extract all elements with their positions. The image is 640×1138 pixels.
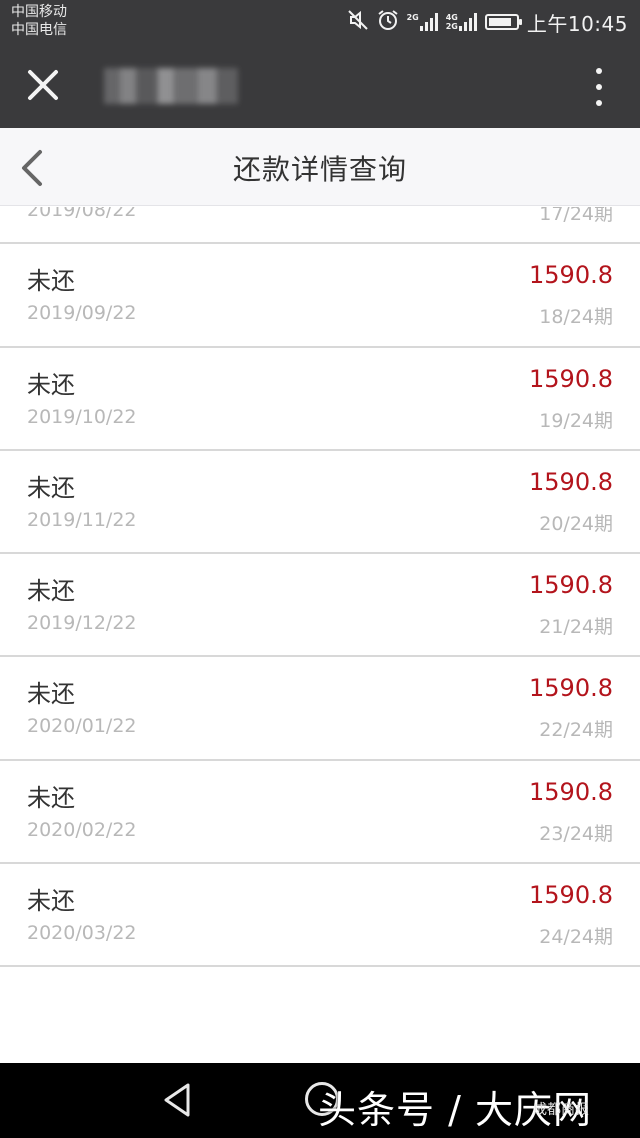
due-date: 2019/09/22 <box>27 302 137 325</box>
installment-period: 22/24期 <box>539 719 613 742</box>
net-type-2: 4G <box>445 13 458 22</box>
alarm-icon <box>377 9 399 35</box>
page-title: 还款详情查询 <box>232 153 407 186</box>
installment-period: 19/24期 <box>539 409 613 432</box>
amount: 1590.8 <box>529 777 613 806</box>
repayment-list-viewport[interactable]: 2019/08/22 17/24期 未还 2019/09/22 1590.8 1… <box>0 207 640 1063</box>
due-date: 2019/11/22 <box>27 508 137 531</box>
nav-back-icon <box>164 1083 190 1117</box>
repayment-status: 未还 <box>27 887 75 916</box>
list-item[interactable]: 2019/08/22 17/24期 <box>0 207 640 245</box>
installment-period: 23/24期 <box>539 822 613 845</box>
installment-period: 21/24期 <box>539 616 613 639</box>
installment-period: 18/24期 <box>539 306 613 329</box>
page-header: 还款详情查询 <box>0 128 640 206</box>
list-item[interactable]: 未还 2020/01/22 1590.8 22/24期 <box>0 657 640 761</box>
battery-icon <box>484 14 522 30</box>
repayment-list: 2019/08/22 17/24期 未还 2019/09/22 1590.8 1… <box>0 207 640 968</box>
list-item[interactable]: 未还 2019/10/22 1590.8 19/24期 <box>0 348 640 451</box>
list-item[interactable]: 未还 2019/11/22 1590.8 20/24期 <box>0 451 640 555</box>
amount: 1590.8 <box>529 467 613 496</box>
list-item[interactable]: 未还 2019/09/22 1590.8 18/24期 <box>0 244 640 348</box>
close-icon <box>28 70 58 100</box>
amount: 1590.8 <box>529 881 613 910</box>
repayment-status: 未还 <box>27 680 75 709</box>
mute-icon <box>347 9 369 35</box>
due-date: 2019/12/22 <box>27 612 137 635</box>
installment-period: 17/24期 <box>539 207 613 225</box>
installment-period: 24/24期 <box>539 926 613 949</box>
amount: 1590.8 <box>529 674 613 703</box>
watermark-source: 成都商报 <box>533 1102 589 1118</box>
app-bar: blurred-title <box>0 44 640 128</box>
carrier-1: 中国移动 <box>11 4 67 20</box>
close-button[interactable] <box>22 64 64 106</box>
installment-period: 20/24期 <box>539 512 613 535</box>
list-item[interactable]: 未还 2020/03/22 1590.8 24/24期 <box>0 864 640 968</box>
status-icons: 2G 4G 2G 上午10:45 <box>347 8 628 36</box>
due-date: 2020/01/22 <box>27 715 137 738</box>
repayment-status: 未还 <box>27 783 75 812</box>
amount: 1590.8 <box>529 261 613 290</box>
app-title-blurred: blurred-title <box>104 68 238 104</box>
more-options-button[interactable] <box>594 68 604 106</box>
carrier-2: 中国电信 <box>11 22 67 38</box>
due-date: 2019/10/22 <box>27 405 137 428</box>
net-type-3: 2G <box>445 22 458 31</box>
repayment-status: 未还 <box>27 577 75 606</box>
clock: 上午10:45 <box>526 11 628 36</box>
system-nav-bar: 头条号 / 大庆网 成都商报 <box>0 1063 640 1138</box>
repayment-status: 未还 <box>27 473 75 502</box>
signal-1-icon: 2G <box>407 13 438 31</box>
carrier-names: 中国移动 中国电信 <box>11 3 67 39</box>
repayment-status: 未还 <box>27 267 75 296</box>
nav-back-button[interactable] <box>160 1081 196 1119</box>
due-date: 2020/02/22 <box>27 818 137 841</box>
list-item[interactable]: 未还 2019/12/22 1590.8 21/24期 <box>0 554 640 658</box>
status-bar: 中国移动 中国电信 2G 4G 2G 上午10:45 <box>0 0 640 44</box>
due-date: 2019/08/22 <box>27 207 137 221</box>
list-item[interactable]: 未还 2020/02/22 1590.8 23/24期 <box>0 761 640 865</box>
net-type-1: 2G <box>406 13 419 22</box>
more-vertical-icon <box>596 68 602 74</box>
due-date: 2020/03/22 <box>27 922 137 945</box>
amount: 1590.8 <box>529 364 613 393</box>
amount: 1590.8 <box>529 571 613 600</box>
repayment-status: 未还 <box>27 370 75 399</box>
signal-2-icon: 4G 2G <box>446 13 477 31</box>
